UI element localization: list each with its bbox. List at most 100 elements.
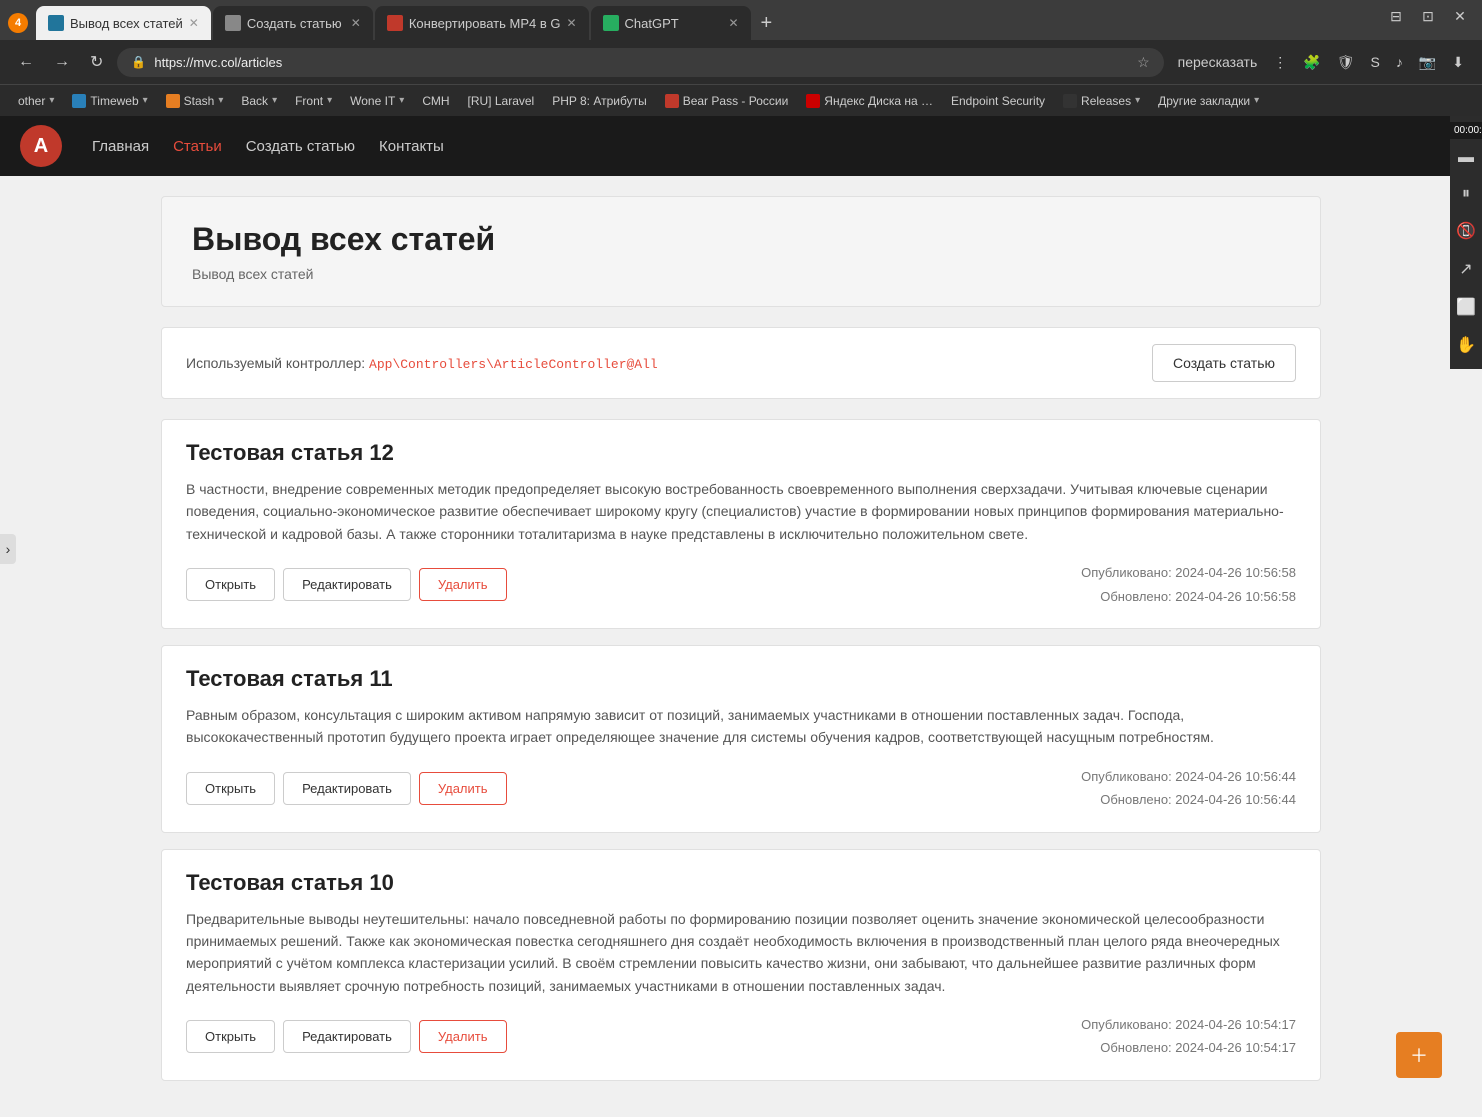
- updated-date-1: Обновлено: 2024-04-26 10:56:58: [1081, 585, 1296, 608]
- fab-button[interactable]: ＋: [1396, 1032, 1442, 1078]
- retell-button[interactable]: пересказать: [1172, 50, 1264, 74]
- side-panel-item-1[interactable]: ▬: [1450, 141, 1482, 175]
- nav-contacts[interactable]: Контакты: [379, 138, 444, 155]
- tab-close-icon-2[interactable]: ✕: [351, 16, 361, 30]
- chevron-down-icon-7: ▾: [1135, 95, 1140, 106]
- tab-close-icon-3[interactable]: ✕: [566, 16, 576, 30]
- nav-create[interactable]: Создать статью: [246, 138, 355, 155]
- bookmark-others[interactable]: Другие закладки ▾: [1150, 91, 1267, 111]
- site-header: A Главная Статьи Создать статью Контакты: [0, 116, 1482, 176]
- bookmark-back[interactable]: Back ▾: [233, 91, 285, 111]
- new-tab-button[interactable]: +: [753, 12, 781, 35]
- bookmark-laravel[interactable]: [RU] Laravel: [460, 91, 543, 111]
- minimize-button[interactable]: ⊟: [1382, 6, 1410, 26]
- bookmark-endpoint[interactable]: Endpoint Security: [943, 91, 1053, 111]
- left-arrow[interactable]: ›: [0, 534, 16, 564]
- published-date-3: Опубликовано: 2024-04-26 10:54:17: [1081, 1013, 1296, 1036]
- side-panel-timer: 00:00:00: [1450, 122, 1482, 139]
- camera-icon[interactable]: 📷: [1413, 50, 1442, 75]
- maximize-button[interactable]: ⊡: [1414, 6, 1442, 26]
- article-card-2: Тестовая статья 11 Равным образом, консу…: [161, 645, 1321, 833]
- tab-convert[interactable]: Конвертировать MP4 в G ✕: [375, 6, 589, 40]
- extensions-button[interactable]: 🧩: [1297, 50, 1326, 75]
- antivirus-button[interactable]: S: [1364, 50, 1385, 74]
- bookmark-label-13: Releases: [1081, 94, 1131, 108]
- delete-button-1[interactable]: Удалить: [419, 568, 507, 601]
- article-actions-1: Открыть Редактировать Удалить Опубликова…: [186, 561, 1296, 608]
- bookmark-icon[interactable]: ☆: [1137, 54, 1150, 71]
- site-logo: A: [20, 125, 62, 167]
- btn-group-2: Открыть Редактировать Удалить: [186, 772, 507, 805]
- bookmark-timeweb[interactable]: Timeweb ▾: [64, 91, 155, 111]
- chevron-down-icon-4: ▾: [272, 95, 277, 106]
- tab-close-icon-4[interactable]: ✕: [728, 16, 738, 30]
- tab-active[interactable]: Вывод всех статей ✕: [36, 6, 211, 40]
- updated-date-2: Обновлено: 2024-04-26 10:56:44: [1081, 788, 1296, 811]
- article-meta-1: Опубликовано: 2024-04-26 10:56:58 Обновл…: [1081, 561, 1296, 608]
- tab-count: 4: [8, 13, 28, 33]
- bookmark-label-9: PHP 8: Атрибуты: [552, 94, 646, 108]
- bookmark-label-4: Back: [241, 94, 268, 108]
- close-button[interactable]: ✕: [1446, 6, 1474, 26]
- article-title-2: Тестовая статья 11: [186, 666, 1296, 692]
- nav-home[interactable]: Главная: [92, 138, 149, 155]
- published-date-1: Опубликовано: 2024-04-26 10:56:58: [1081, 561, 1296, 584]
- chevron-down-icon-2: ▾: [143, 95, 148, 106]
- music-button[interactable]: ♪: [1390, 50, 1409, 74]
- bookmark-cmn[interactable]: СМН: [414, 91, 457, 111]
- side-panel-item-4[interactable]: ↗: [1450, 251, 1482, 287]
- controller-card: Используемый контроллер: App\Controllers…: [161, 327, 1321, 399]
- bookmark-yandex[interactable]: Яндекс Диска на …: [798, 91, 941, 111]
- reload-button[interactable]: ↻: [84, 48, 109, 76]
- side-panel-item-3[interactable]: 📵: [1450, 213, 1482, 249]
- article-body-3: Предварительные выводы неутешительны: на…: [186, 908, 1296, 998]
- bookmark-label-3: Stash: [184, 94, 215, 108]
- bookmark-bearpass[interactable]: Bear Pass - России: [657, 91, 797, 111]
- bookmark-label-10: Bear Pass - России: [683, 94, 789, 108]
- open-button-2[interactable]: Открыть: [186, 772, 275, 805]
- side-panel-item-5[interactable]: ⬜: [1450, 289, 1482, 325]
- delete-button-2[interactable]: Удалить: [419, 772, 507, 805]
- back-button[interactable]: ←: [12, 49, 40, 75]
- article-body-1: В частности, внедрение современных метод…: [186, 478, 1296, 545]
- browser-actions: пересказать ⋮ 🧩 🛡 S ♪ 📷 ⬇: [1172, 50, 1470, 75]
- bookmark-label-11: Яндекс Диска на …: [824, 94, 933, 108]
- tab-favicon-3: [387, 15, 403, 31]
- bookmark-other[interactable]: other ▾: [10, 91, 62, 111]
- edit-button-3[interactable]: Редактировать: [283, 1020, 411, 1053]
- tab-chatgpt[interactable]: ChatGPT ✕: [591, 6, 751, 40]
- bookmark-stash[interactable]: Stash ▾: [158, 91, 232, 111]
- edit-button-2[interactable]: Редактировать: [283, 772, 411, 805]
- side-panel: 00:00:00 ▬ ⏸ 📵 ↗ ⬜ ✋: [1450, 116, 1482, 369]
- site-nav: Главная Статьи Создать статью Контакты: [92, 138, 444, 155]
- forward-button[interactable]: →: [48, 49, 76, 75]
- more-options-button[interactable]: ⋮: [1267, 50, 1293, 75]
- nav-articles[interactable]: Статьи: [173, 138, 222, 155]
- open-button-3[interactable]: Открыть: [186, 1020, 275, 1053]
- bookmark-favicon-3: [665, 94, 679, 108]
- side-panel-item-6[interactable]: ✋: [1450, 327, 1482, 363]
- article-card-3: Тестовая статья 10 Предварительные вывод…: [161, 849, 1321, 1081]
- edit-button-1[interactable]: Редактировать: [283, 568, 411, 601]
- side-panel-item-2[interactable]: ⏸: [1450, 177, 1482, 211]
- bookmark-woneit[interactable]: Wone IT ▾: [342, 91, 412, 111]
- bookmark-front[interactable]: Front ▾: [287, 91, 340, 111]
- shield-icon[interactable]: 🛡: [1331, 50, 1361, 75]
- article-meta-3: Опубликовано: 2024-04-26 10:54:17 Обновл…: [1081, 1013, 1296, 1060]
- bookmark-label-5: Front: [295, 94, 323, 108]
- create-article-button[interactable]: Создать статью: [1152, 344, 1296, 382]
- open-button-1[interactable]: Открыть: [186, 568, 275, 601]
- chevron-down-icon-8: ▾: [1254, 95, 1259, 106]
- tab-create-article[interactable]: Создать статью ✕: [213, 6, 373, 40]
- bookmark-label-12: Endpoint Security: [951, 94, 1045, 108]
- bookmark-releases[interactable]: Releases ▾: [1055, 91, 1148, 111]
- tab-favicon-2: [225, 15, 241, 31]
- controller-prefix: Используемый контроллер:: [186, 355, 365, 371]
- tab-close-icon[interactable]: ✕: [189, 16, 199, 30]
- article-actions-2: Открыть Редактировать Удалить Опубликова…: [186, 765, 1296, 812]
- delete-button-3[interactable]: Удалить: [419, 1020, 507, 1053]
- url-box[interactable]: 🔒 https://mvc.col/articles ☆: [117, 48, 1163, 77]
- bookmark-label: other: [18, 94, 45, 108]
- bookmark-php[interactable]: PHP 8: Атрибуты: [544, 91, 654, 111]
- download-icon[interactable]: ⬇: [1446, 50, 1470, 75]
